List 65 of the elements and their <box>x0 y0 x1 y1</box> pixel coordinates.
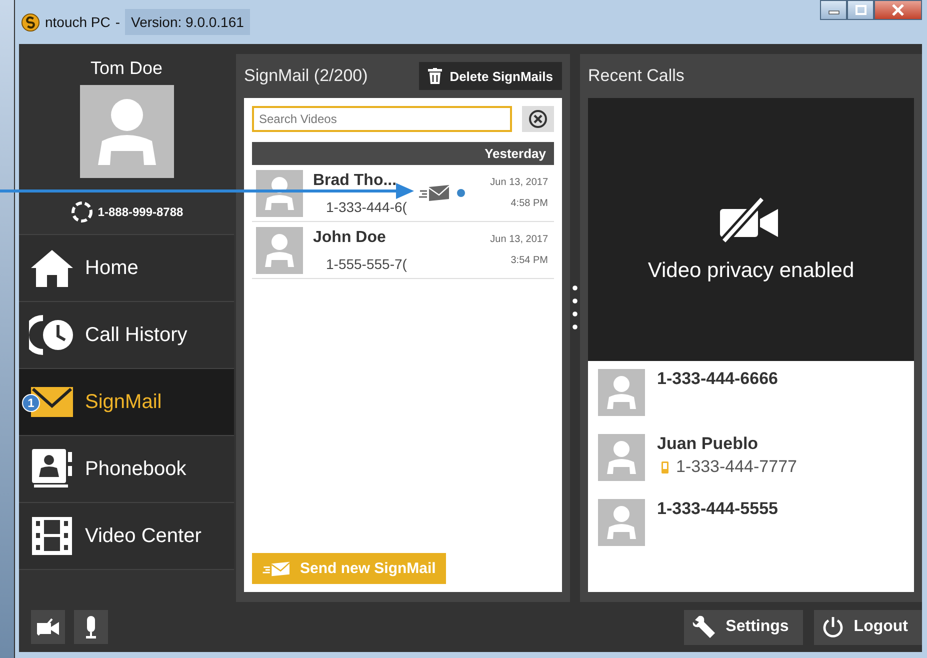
contact-number: 1-555-555-7( <box>325 256 408 272</box>
clear-search-button[interactable] <box>522 106 554 132</box>
panel-title: SignMail (2/200) <box>244 66 368 86</box>
contact-number: 1-333-444-7777 <box>676 457 797 477</box>
message-date: Jun 13, 2017 <box>490 177 548 188</box>
avatar-icon <box>598 499 645 546</box>
avatar-icon <box>598 369 645 416</box>
user-name: Tom Doe <box>90 58 163 79</box>
microphone-button[interactable] <box>74 610 108 644</box>
clock-icon <box>29 315 75 355</box>
film-strip-icon <box>30 516 74 556</box>
contact-book-icon <box>30 448 74 490</box>
camera-off-icon <box>36 618 60 636</box>
envelope-icon <box>419 184 451 202</box>
nav-item[interactable]: Phonebook <box>19 436 234 503</box>
close-icon <box>891 4 905 16</box>
delete-button[interactable]: Delete SignMails <box>418 62 562 90</box>
recent-call-row[interactable]: 1-333-444-5555 <box>598 499 904 546</box>
avatar-icon <box>256 226 303 274</box>
microphone-icon <box>85 615 97 639</box>
avatar-icon <box>80 85 174 178</box>
home-icon <box>30 248 74 288</box>
close-button[interactable] <box>874 0 922 20</box>
signmail-row[interactable]: John Doe 1-555-555-7( Jun 13, 2017 3:54 PM <box>252 222 554 279</box>
contact-name: 1-333-444-6666 <box>657 369 778 389</box>
envelope-icon <box>262 560 292 576</box>
ring-icon <box>70 200 94 224</box>
nav-item[interactable]: Video Center <box>19 503 234 570</box>
title-separator: - <box>115 14 120 30</box>
contact-number: 1-333-444-6( <box>325 198 408 214</box>
panel-title: Recent Calls <box>588 66 684 86</box>
envelope-icon <box>29 384 75 420</box>
avatar-icon <box>598 434 645 481</box>
app-logo-icon <box>21 12 40 32</box>
recent-call-row[interactable]: 1-333-444-6666 <box>598 369 904 416</box>
nav-item[interactable]: 1 SignMail <box>19 369 234 436</box>
nav-item[interactable]: Call History <box>19 302 234 369</box>
recent-call-row[interactable]: Juan Pueblo 1-333-444-7777 <box>598 434 904 481</box>
maximize-button[interactable] <box>847 0 874 20</box>
video-status: Video privacy enabled <box>648 258 854 282</box>
logout-button[interactable]: Logout <box>814 610 922 644</box>
splitter-handle-icon[interactable] <box>572 284 578 332</box>
user-phone: 1-888-999-8788 <box>98 205 184 219</box>
maximize-icon <box>854 5 866 15</box>
nav-item[interactable]: Home <box>19 235 234 302</box>
message-time: 3:54 PM <box>510 255 548 266</box>
app-name: ntouch PC <box>45 14 110 30</box>
settings-button[interactable]: Settings <box>684 610 803 644</box>
trash-icon <box>428 68 442 84</box>
camera-off-button[interactable] <box>31 610 65 644</box>
search-field[interactable]: Search Videos <box>252 106 512 132</box>
group-header: Yesterday <box>252 142 554 165</box>
wrench-icon <box>692 615 716 639</box>
contact-name: 1-333-444-5555 <box>657 499 778 519</box>
count-badge: 1 <box>22 394 40 412</box>
version-label: Version: 9.0.0.161 <box>125 9 250 35</box>
contact-name: Juan Pueblo <box>657 434 760 454</box>
signmail-row[interactable]: Brad Tho... 1-333-444-6( Jun 13, 2017 4:58 PM <box>252 165 554 222</box>
avatar-icon <box>256 170 303 216</box>
power-icon <box>822 616 844 638</box>
contact-name: John Doe <box>313 228 387 246</box>
minimize-button[interactable] <box>820 0 847 20</box>
message-time: 4:58 PM <box>510 198 548 209</box>
contact-name: Brad Tho... <box>313 172 398 190</box>
message-date: Jun 13, 2017 <box>490 234 548 245</box>
